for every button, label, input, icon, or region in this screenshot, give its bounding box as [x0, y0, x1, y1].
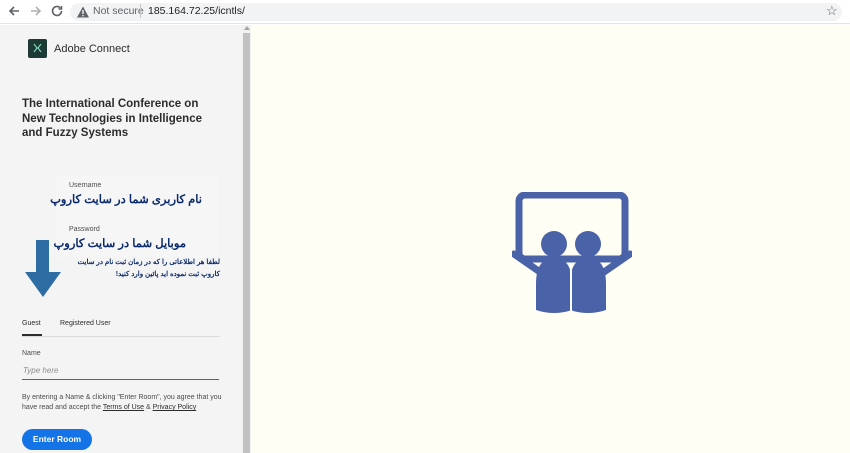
username-label: Username — [69, 182, 102, 189]
name-input[interactable] — [22, 362, 219, 380]
url-divider — [140, 4, 141, 18]
back-icon[interactable] — [6, 4, 22, 20]
enter-room-button[interactable]: Enter Room — [22, 429, 92, 450]
password-label: Password — [69, 226, 100, 233]
active-tab-indicator — [22, 334, 42, 336]
privacy-link[interactable]: Privacy Policy — [153, 404, 197, 411]
adobe-connect-logo — [28, 39, 47, 58]
browser-toolbar: Not secure 185.164.72.25/icntls/ ☆ — [0, 0, 850, 24]
brand-name: Adobe Connect — [54, 43, 130, 55]
password-note: موبایل شما در سایت کاروپ — [53, 238, 186, 250]
meeting-title: The International Conference on New Tech… — [22, 98, 202, 139]
forward-icon[interactable] — [28, 4, 44, 20]
username-note: نام کاربری شما در سایت کاروپ — [50, 194, 202, 206]
reload-icon[interactable] — [49, 4, 65, 20]
tab-registered-user[interactable]: Registered User — [60, 320, 111, 327]
presenter-icon — [512, 192, 632, 313]
tab-divider — [22, 336, 220, 337]
star-icon[interactable]: ☆ — [826, 3, 838, 19]
legal-and: & — [144, 404, 153, 411]
down-arrow-icon — [25, 240, 61, 297]
legal-notice: By entering a Name & clicking "Enter Roo… — [22, 393, 222, 413]
scroll-up-icon[interactable] — [244, 26, 250, 30]
scroll-thumb[interactable] — [243, 33, 250, 453]
name-label: Name — [22, 350, 41, 357]
security-status[interactable]: Not secure — [93, 5, 144, 17]
warning-icon[interactable] — [76, 5, 90, 19]
url-text[interactable]: 185.164.72.25/icntls/ — [148, 5, 245, 17]
scrollbar[interactable] — [242, 25, 251, 453]
tab-guest[interactable]: Guest — [22, 320, 41, 327]
terms-link[interactable]: Terms of Use — [103, 404, 144, 411]
instruction-text: لطفا هر اطلاعاتی را که در زمان ثبت نام د… — [60, 257, 220, 281]
